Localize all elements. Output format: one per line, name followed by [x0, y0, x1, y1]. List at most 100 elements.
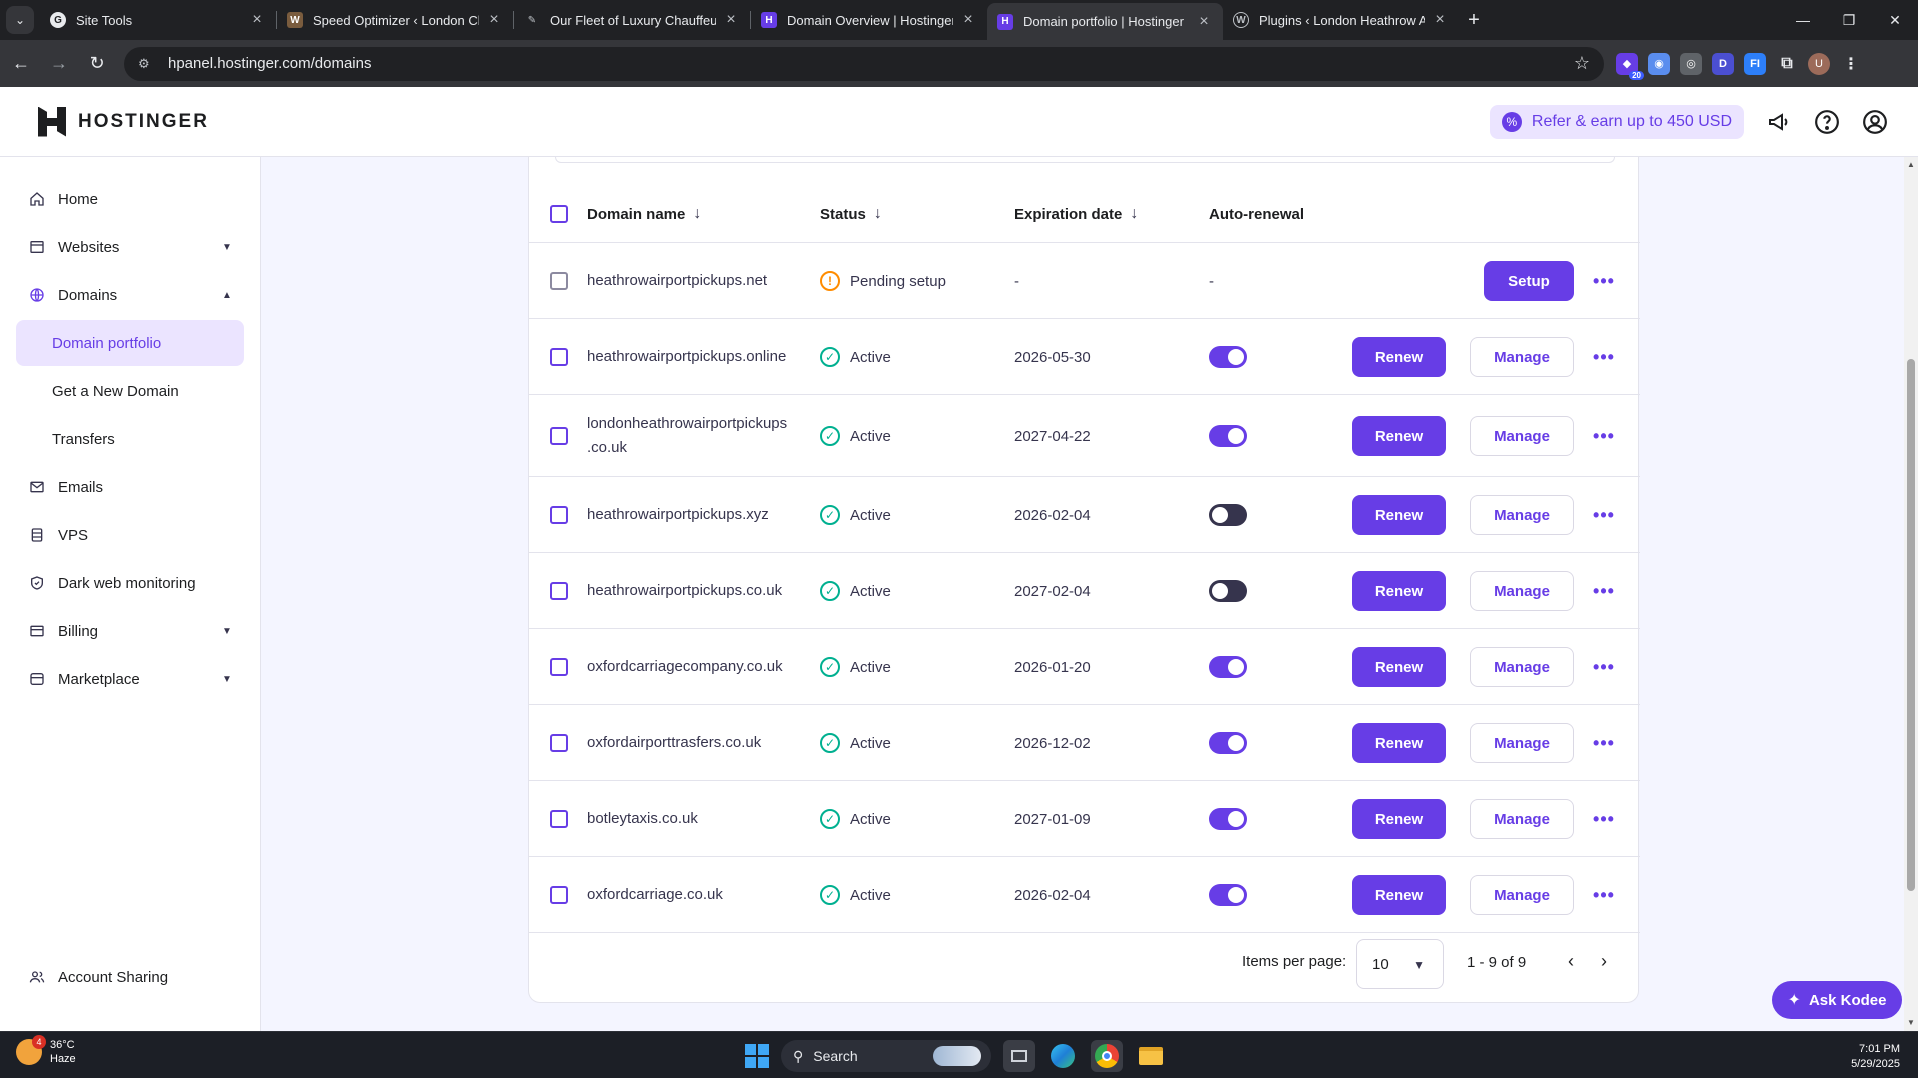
- browser-tab-active[interactable]: H Domain portfolio | Hostinger ×: [987, 3, 1223, 40]
- taskbar-clock[interactable]: 7:01 PM 5/29/2025: [1851, 1042, 1900, 1072]
- renew-button[interactable]: Renew: [1352, 495, 1446, 535]
- renew-button[interactable]: Renew: [1352, 875, 1446, 915]
- domain-name[interactable]: heathrowairportpickups.co.uk: [587, 554, 797, 628]
- url-text[interactable]: hpanel.hostinger.com/domains: [168, 55, 1574, 72]
- domain-name[interactable]: oxfordairporttrasfers.co.uk: [587, 706, 797, 780]
- auto-renewal-toggle[interactable]: [1209, 580, 1247, 602]
- row-checkbox[interactable]: [550, 810, 568, 828]
- chrome-browser-icon[interactable]: [1091, 1040, 1123, 1072]
- megaphone-icon[interactable]: [1766, 109, 1792, 135]
- row-checkbox[interactable]: [550, 734, 568, 752]
- auto-renewal-toggle[interactable]: [1209, 808, 1247, 830]
- page-scrollbar[interactable]: ▲ ▼: [1904, 157, 1918, 1031]
- sidebar-item-get-new-domain[interactable]: Get a New Domain: [16, 368, 244, 414]
- auto-renewal-toggle[interactable]: [1209, 656, 1247, 678]
- d-extension-icon[interactable]: D: [1712, 52, 1734, 75]
- weather-widget[interactable]: 4 36°C Haze: [16, 1035, 76, 1066]
- domain-name[interactable]: oxfordcarriagecompany.co.uk: [587, 630, 797, 704]
- row-checkbox[interactable]: [550, 348, 568, 366]
- camera-extension-icon[interactable]: ◎: [1680, 52, 1702, 75]
- ask-kodee-button[interactable]: ✦ Ask Kodee: [1772, 981, 1902, 1019]
- new-tab-button[interactable]: +: [1459, 3, 1489, 37]
- select-all-checkbox[interactable]: [550, 205, 568, 223]
- auto-renewal-toggle[interactable]: [1209, 884, 1247, 906]
- sidebar-item-websites[interactable]: Websites ▼: [16, 224, 244, 270]
- restore-icon[interactable]: ❐: [1826, 0, 1872, 40]
- row-checkbox[interactable]: [550, 506, 568, 524]
- more-options-icon[interactable]: •••: [1591, 654, 1617, 680]
- close-icon[interactable]: ×: [248, 11, 266, 29]
- setup-button[interactable]: Setup: [1484, 261, 1574, 301]
- previous-page-icon[interactable]: ‹: [1559, 949, 1583, 973]
- screen-capture-extension-icon[interactable]: ◉: [1648, 52, 1670, 75]
- profile-avatar[interactable]: U: [1808, 52, 1830, 75]
- taskbar-search[interactable]: ⚲ Search: [781, 1040, 991, 1072]
- more-options-icon[interactable]: •••: [1591, 578, 1617, 604]
- sidebar-item-vps[interactable]: VPS: [16, 512, 244, 558]
- row-checkbox[interactable]: [550, 272, 568, 290]
- manage-button[interactable]: Manage: [1470, 799, 1574, 839]
- browser-tab[interactable]: W Plugins ‹ London Heathrow Air ×: [1223, 3, 1459, 37]
- domain-name[interactable]: oxfordcarriage.co.uk: [587, 858, 797, 932]
- renew-button[interactable]: Renew: [1352, 799, 1446, 839]
- close-icon[interactable]: ×: [959, 11, 977, 29]
- manage-button[interactable]: Manage: [1470, 723, 1574, 763]
- browser-tab[interactable]: G Site Tools ×: [40, 3, 276, 37]
- domain-name[interactable]: londonheathrowairportpickups .co.uk: [587, 396, 797, 476]
- scroll-down-icon[interactable]: ▼: [1906, 1018, 1916, 1028]
- more-options-icon[interactable]: •••: [1591, 882, 1617, 908]
- row-checkbox[interactable]: [550, 886, 568, 904]
- row-checkbox[interactable]: [550, 658, 568, 676]
- more-options-icon[interactable]: •••: [1591, 268, 1617, 294]
- row-checkbox[interactable]: [550, 582, 568, 600]
- puzzle-extensions-icon[interactable]: ⧉: [1776, 53, 1798, 75]
- close-icon[interactable]: ×: [1431, 11, 1449, 29]
- manage-button[interactable]: Manage: [1470, 416, 1574, 456]
- renew-button[interactable]: Renew: [1352, 416, 1446, 456]
- more-options-icon[interactable]: •••: [1591, 502, 1617, 528]
- domain-name[interactable]: heathrowairportpickups.online: [587, 320, 797, 394]
- renew-button[interactable]: Renew: [1352, 337, 1446, 377]
- domain-name[interactable]: heathrowairportpickups.net: [587, 244, 797, 318]
- task-view-icon[interactable]: [1003, 1040, 1035, 1072]
- manage-button[interactable]: Manage: [1470, 571, 1574, 611]
- windows-start-icon[interactable]: [745, 1044, 769, 1068]
- account-icon[interactable]: [1862, 109, 1888, 135]
- auto-renewal-toggle[interactable]: [1209, 425, 1247, 447]
- domain-name[interactable]: botleytaxis.co.uk: [587, 782, 797, 856]
- sidebar-item-dark-web-monitoring[interactable]: Dark web monitoring: [16, 560, 244, 606]
- row-checkbox[interactable]: [550, 427, 568, 445]
- back-icon[interactable]: ←: [4, 47, 38, 81]
- manage-button[interactable]: Manage: [1470, 875, 1574, 915]
- sidebar-item-marketplace[interactable]: Marketplace ▼: [16, 656, 244, 702]
- more-options-icon[interactable]: •••: [1591, 344, 1617, 370]
- forward-icon[interactable]: →: [42, 47, 76, 81]
- close-icon[interactable]: ×: [485, 11, 503, 29]
- more-options-icon[interactable]: •••: [1591, 730, 1617, 756]
- renew-button[interactable]: Renew: [1352, 723, 1446, 763]
- minimize-icon[interactable]: —: [1780, 0, 1826, 40]
- hostinger-logo[interactable]: HOSTINGER: [38, 106, 209, 137]
- column-header-status[interactable]: Status ↓: [820, 185, 882, 243]
- next-page-icon[interactable]: ›: [1592, 949, 1616, 973]
- site-info-icon[interactable]: ⚙: [138, 56, 156, 72]
- extension-icon[interactable]: ◆ 20: [1616, 52, 1644, 80]
- manage-button[interactable]: Manage: [1470, 647, 1574, 687]
- sidebar-item-billing[interactable]: Billing ▼: [16, 608, 244, 654]
- tab-search-button[interactable]: ⌄: [0, 0, 40, 40]
- file-explorer-icon[interactable]: [1135, 1040, 1167, 1072]
- refer-earn-button[interactable]: % Refer & earn up to 450 USD: [1489, 105, 1744, 139]
- more-options-icon[interactable]: •••: [1591, 806, 1617, 832]
- scrollbar-thumb[interactable]: [1907, 359, 1915, 891]
- sidebar-item-emails[interactable]: Emails: [16, 464, 244, 510]
- sidebar-item-account-sharing[interactable]: Account Sharing: [16, 954, 244, 1000]
- column-header-expiration[interactable]: Expiration date ↓: [1014, 185, 1138, 243]
- close-window-icon[interactable]: ✕: [1872, 0, 1918, 40]
- sidebar-item-transfers[interactable]: Transfers: [16, 416, 244, 462]
- auto-renewal-toggle[interactable]: [1209, 504, 1247, 526]
- manage-button[interactable]: Manage: [1470, 337, 1574, 377]
- sidebar-item-domain-portfolio[interactable]: Domain portfolio: [16, 320, 244, 366]
- renew-button[interactable]: Renew: [1352, 647, 1446, 687]
- bookmark-star-icon[interactable]: ☆: [1574, 53, 1590, 74]
- browser-tab[interactable]: H Domain Overview | Hostinger ×: [751, 3, 987, 37]
